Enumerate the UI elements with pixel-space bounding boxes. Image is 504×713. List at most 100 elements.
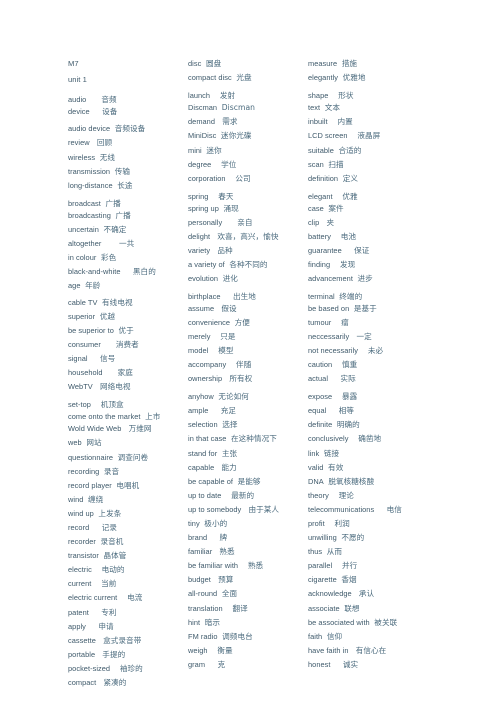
entry-gloss: 有信心在 <box>355 645 387 655</box>
entry-term: in colour <box>68 253 97 263</box>
entry-gloss: 终端的 <box>339 291 363 301</box>
vocabulary-entry: actual 实际 <box>308 373 453 385</box>
vocabulary-entry: wind up 上发条 <box>68 508 188 520</box>
entry-term: elegant <box>308 191 333 201</box>
vocabulary-entry: shape 形状 <box>308 90 453 102</box>
entry-gloss: 无论如何 <box>218 392 249 402</box>
entry-gloss: 优雅 <box>342 191 358 201</box>
vocabulary-entry: delight 欢喜，高兴，愉快 <box>188 231 308 243</box>
vocabulary-entry: audio device 音频设备 <box>68 123 188 135</box>
vocabulary-entry: audio 音频 <box>68 94 188 106</box>
entry-gloss: 并行 <box>342 561 358 571</box>
entry-gloss: 利润 <box>334 519 350 528</box>
entry-gloss: 优雅地 <box>342 73 366 83</box>
entry-term: inbuilt <box>308 117 328 127</box>
vocabulary-entry: acknowledge 承认 <box>308 588 453 600</box>
vocabulary-column-1: M7 unit 1 audio 音频 device 设备 audio device 音频设备 r… <box>68 58 188 689</box>
entry-term: tiny <box>188 519 200 528</box>
vocabulary-entry: weigh 衡量 <box>188 645 308 657</box>
entry-gloss: 光盘 <box>236 73 252 83</box>
entry-term: portable <box>68 649 96 659</box>
entry-term: black-and-white <box>68 267 121 277</box>
vocabulary-entry: signal 信号 <box>68 353 188 365</box>
entry-gloss: 学位 <box>221 159 237 169</box>
entry-term: launch <box>188 91 211 101</box>
entry-gloss: 紧凑的 <box>103 678 127 688</box>
entry-term: associate <box>308 603 340 613</box>
vocabulary-entry: associate 联想 <box>308 603 453 615</box>
vocabulary-entry: measure 措施 <box>308 58 453 70</box>
vocabulary-entry: personally 亲自 <box>188 217 308 229</box>
entry-term: budget <box>188 575 211 585</box>
vocabulary-entry: compact disc 光盘 <box>188 72 308 84</box>
vocabulary-entry: text 文本 <box>308 102 453 114</box>
entry-gloss: 形状 <box>338 91 354 101</box>
vocabulary-entry: pocket-sized 袖珍的 <box>68 663 188 675</box>
entry-gloss: 电唱机 <box>116 480 140 490</box>
vocabulary-entry: spring up 涌现 <box>188 203 308 215</box>
vocabulary-entry: familiar 熟悉 <box>188 546 308 558</box>
vocabulary-entry: LCD screen 液晶屏 <box>308 130 453 142</box>
entry-gloss: 涌现 <box>223 203 239 213</box>
entry-gloss: 网站 <box>86 438 102 448</box>
vocabulary-entry: apply 申请 <box>68 621 188 633</box>
entry-gloss: 内置 <box>337 117 353 127</box>
vocabulary-entry: clip 夹 <box>308 217 453 229</box>
entry-gloss: 扫描 <box>328 159 344 169</box>
entry-gloss: 迷你光碟 <box>220 131 252 141</box>
entry-gloss: 是基于 <box>353 303 377 313</box>
entry-gloss: 电流 <box>127 593 143 603</box>
entry-gloss: 网络电视 <box>99 382 131 392</box>
vocabulary-entry: conclusively 确凿地 <box>308 433 453 445</box>
entry-gloss: 只是 <box>220 331 236 341</box>
entry-gloss: 信仰 <box>326 631 343 641</box>
vocabulary-entry: be superior to 优于 <box>68 325 188 337</box>
vocabulary-entry: definite 明确的 <box>308 419 453 431</box>
entry-gloss: 电池 <box>340 232 357 242</box>
entry-term: altogether <box>68 239 102 249</box>
entry-term: patent <box>68 607 89 617</box>
vocabulary-entry: in colour 彩色 <box>68 252 188 264</box>
entry-term: unit 1 <box>68 75 87 85</box>
entry-term: current <box>68 579 92 589</box>
vocabulary-entry: transmission 传输 <box>68 166 188 178</box>
entry-gloss: 进化 <box>222 274 238 284</box>
entry-gloss: 调频电台 <box>222 631 253 641</box>
vocabulary-column-3: measure 措施 elegantly 优雅地 shape 形状 text 文本 inbuil… <box>308 58 453 671</box>
entry-term: assume <box>188 303 215 313</box>
entry-gloss: 在这种情况下 <box>231 434 277 444</box>
vocabulary-entry: parallel 并行 <box>308 560 453 572</box>
vocabulary-entry: advancement 进步 <box>308 273 453 285</box>
vocabulary-entry: wind 缠绕 <box>68 494 188 506</box>
entry-term: telecommunications <box>308 504 375 514</box>
entry-gloss: 链接 <box>323 448 340 458</box>
vocabulary-entry: be associated with 被关联 <box>308 617 453 629</box>
entry-gloss: 暴露 <box>341 392 358 402</box>
entry-gloss: 所有权 <box>229 374 253 384</box>
entry-gloss: 液晶屏 <box>357 131 381 141</box>
entry-term: hint <box>188 617 201 627</box>
vocabulary-entry: assume 假设 <box>188 303 308 315</box>
entry-term: weigh <box>188 645 208 655</box>
entry-term: electric <box>68 565 92 575</box>
entry-term: be familiar with <box>188 561 239 571</box>
document-page: M7 unit 1 audio 音频 device 设备 audio device 音频设备 r… <box>0 0 504 713</box>
vocabulary-entry: be based on 是基于 <box>308 303 453 315</box>
entry-term: audio device <box>68 124 111 134</box>
entry-gloss: 衡量 <box>217 645 233 655</box>
entry-gloss: 万维网 <box>128 424 152 434</box>
vocabulary-entry: questionnaire 调查问卷 <box>68 452 188 464</box>
entry-term: battery <box>308 232 331 242</box>
entry-term: consumer <box>68 339 101 349</box>
vocabulary-entry: in that case 在这种情况下 <box>188 433 308 445</box>
entry-term: model <box>188 345 209 355</box>
entry-gloss: 回顾 <box>96 138 113 148</box>
vocabulary-entry: uncertain 不确定 <box>68 224 188 236</box>
entry-term: accompany <box>188 359 227 369</box>
vocabulary-entry: have faith in 有信心在 <box>308 645 453 657</box>
entry-term: demand <box>188 117 216 127</box>
entry-gloss: 一定 <box>356 331 372 341</box>
entry-term: cigarette <box>308 575 337 585</box>
entry-gloss: 承认 <box>358 589 375 599</box>
entry-term: transistor <box>68 551 99 561</box>
